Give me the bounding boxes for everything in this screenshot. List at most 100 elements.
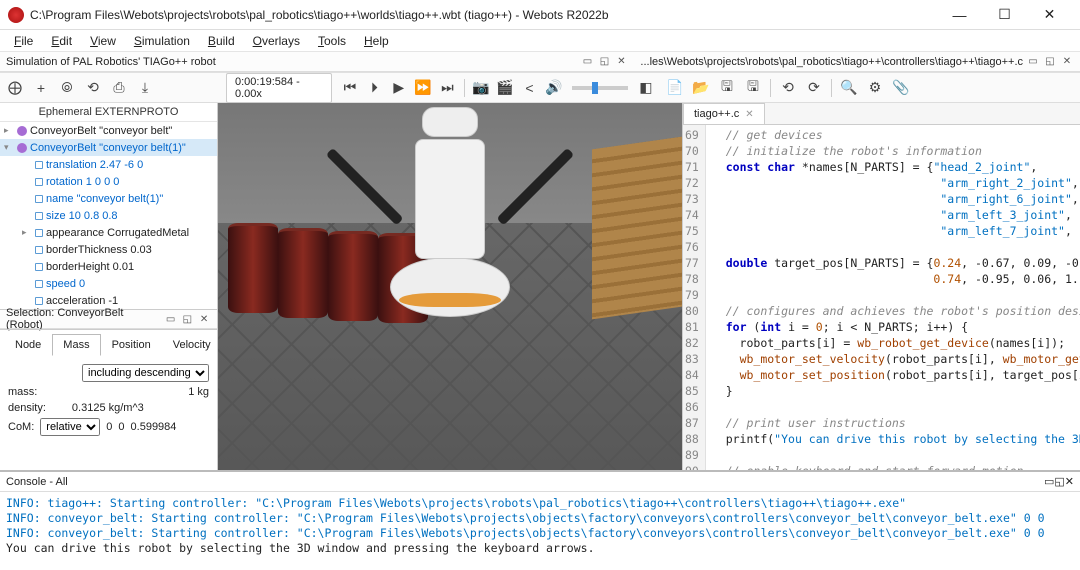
window-title: C:\Program Files\Webots\projects\robots\… (30, 8, 937, 22)
panel-max-icon[interactable]: ◱ (1054, 475, 1064, 488)
com-x: 0 (106, 421, 112, 433)
panel-close-icon[interactable]: ✕ (614, 55, 628, 69)
selection-panel: NodeMassPositionVelocity including desce… (0, 329, 217, 448)
mass-label: mass: (8, 386, 37, 398)
tree-tool-5[interactable]: ⤓ (134, 77, 156, 99)
pallets-prop (592, 137, 682, 320)
console-panel: Console - All ▭ ◱ ✕ INFO: tiago++: Start… (0, 470, 1080, 570)
tree-tool-1[interactable]: + (30, 77, 52, 99)
console-body[interactable]: INFO: tiago++: Starting controller: "C:\… (0, 492, 1080, 570)
panel-max-icon[interactable]: ◱ (1043, 55, 1057, 69)
editor-tool-3[interactable]: 🖫 (742, 77, 764, 99)
view-tool-0[interactable]: 📷 (471, 77, 491, 99)
sim-toolbar: 0:00:19:584 - 0.00x ⏮⏵▶⏩⏭ 📷🎬<🔊 ◧ (218, 73, 660, 103)
tree-row[interactable]: borderHeight 0.01 (0, 258, 217, 275)
editor-tab[interactable]: tiago++.c ✕ (683, 103, 765, 124)
close-button[interactable]: ✕ (1027, 1, 1072, 29)
menu-simulation[interactable]: Simulation (126, 32, 198, 50)
menu-file[interactable]: File (6, 32, 41, 50)
close-icon[interactable]: ✕ (745, 109, 753, 120)
scene-tree[interactable]: ▸ConveyorBelt "conveyor belt"▾ConveyorBe… (0, 122, 217, 309)
sim-description: Simulation of PAL Robotics' TIAGo++ robo… (6, 56, 216, 68)
tree-row[interactable]: borderThickness 0.03 (0, 241, 217, 258)
play-control-1[interactable]: ⏵ (364, 77, 384, 99)
density-label: density: (8, 402, 46, 414)
tab-node[interactable]: Node (4, 334, 52, 356)
play-control-4[interactable]: ⏭ (437, 77, 457, 99)
editor-tool-4[interactable]: ⟲ (777, 77, 799, 99)
tree-row[interactable]: rotation 1 0 0 0 (0, 173, 217, 190)
view-tool-1[interactable]: 🎬 (495, 77, 515, 99)
menu-tools[interactable]: Tools (310, 32, 354, 50)
tree-row[interactable]: ▾ConveyorBelt "conveyor belt(1)" (0, 139, 217, 156)
editor-tool-2[interactable]: 🖫 (716, 77, 738, 99)
tree-row[interactable]: size 10 0.8 0.8 (0, 207, 217, 224)
play-control-0[interactable]: ⏮ (340, 77, 360, 99)
play-control-3[interactable]: ⏩ (413, 77, 433, 99)
code-editor[interactable]: 6970717273747576777879808182838485868788… (683, 125, 1080, 470)
titlebar: C:\Program Files\Webots\projects\robots\… (0, 0, 1080, 30)
com-frame-dropdown[interactable]: relative (40, 418, 100, 436)
editor-tool-5[interactable]: ⟳ (803, 77, 825, 99)
editor-toolbar: 📄📂🖫🖫⟲⟳🔍⚙📎 (660, 73, 1080, 103)
app-icon (8, 7, 24, 23)
editor-tool-6[interactable]: 🔍 (838, 77, 860, 99)
3d-viewport[interactable] (218, 103, 682, 470)
menu-help[interactable]: Help (356, 32, 397, 50)
tiago-robot (390, 257, 510, 317)
center-panel (218, 103, 682, 470)
tree-tool-0[interactable]: ⨁ (4, 77, 26, 99)
panel-close-icon[interactable]: ✕ (197, 312, 211, 326)
tree-tool-2[interactable]: ⦾ (56, 77, 78, 99)
panel-max-icon[interactable]: ◱ (180, 312, 194, 326)
tab-velocity[interactable]: Velocity (162, 334, 222, 356)
selection-tabs: NodeMassPositionVelocity (0, 332, 217, 358)
com-z: 0.599984 (131, 421, 177, 433)
view-tool-2[interactable]: < (519, 77, 539, 99)
editor-tool-0[interactable]: 📄 (664, 77, 686, 99)
maximize-button[interactable]: ☐ (982, 1, 1027, 29)
menu-build[interactable]: Build (200, 32, 243, 50)
play-control-2[interactable]: ▶ (389, 77, 409, 99)
tree-row[interactable]: ▸appearance CorrugatedMetal (0, 224, 217, 241)
panel-close-icon[interactable]: ✕ (1065, 475, 1074, 488)
tree-tool-3[interactable]: ⟲ (82, 77, 104, 99)
tree-row[interactable]: name "conveyor belt(1)" (0, 190, 217, 207)
scene-tree-toolbar: ⨁+⦾⟲⎙⤓ (0, 73, 218, 103)
editor-tool-8[interactable]: 📎 (890, 77, 912, 99)
panel-max-icon[interactable]: ◱ (597, 55, 611, 69)
editor-file-path: ...les\Webots\projects\robots\pal_roboti… (640, 56, 1023, 68)
tab-position[interactable]: Position (101, 334, 162, 356)
tree-row[interactable]: ▸ConveyorBelt "conveyor belt" (0, 122, 217, 139)
layout-button[interactable]: ◧ (636, 77, 656, 99)
editor-tool-7[interactable]: ⚙ (864, 77, 886, 99)
code-body[interactable]: // get devices // initialize the robot's… (706, 125, 1080, 470)
panel-dock-icon[interactable]: ▭ (1026, 55, 1040, 69)
tab-mass[interactable]: Mass (52, 334, 100, 356)
left-panel-title: Simulation of PAL Robotics' TIAGo++ robo… (0, 52, 634, 72)
menubar: FileEditViewSimulationBuildOverlaysTools… (0, 30, 1080, 52)
tree-tool-4[interactable]: ⎙ (108, 77, 130, 99)
tree-row[interactable]: speed 0 (0, 275, 217, 292)
view-tool-3[interactable]: 🔊 (544, 77, 564, 99)
panel-close-icon[interactable]: ✕ (1060, 55, 1074, 69)
editor-tab-bar: tiago++.c ✕ (683, 103, 1080, 125)
menu-view[interactable]: View (82, 32, 124, 50)
minimize-button[interactable]: — (937, 1, 982, 29)
density-value: 0.3125 kg/m^3 (72, 402, 144, 414)
editor-panel-title: ...les\Webots\projects\robots\pal_roboti… (634, 52, 1080, 72)
editor-tool-1[interactable]: 📂 (690, 77, 712, 99)
menu-edit[interactable]: Edit (43, 32, 80, 50)
panel-dock-icon[interactable]: ▭ (580, 55, 594, 69)
panel-dock-icon[interactable]: ▭ (164, 312, 178, 326)
include-dropdown[interactable]: including descending (82, 364, 209, 382)
panel-dock-icon[interactable]: ▭ (1044, 475, 1054, 488)
barrel-prop (228, 223, 278, 313)
sim-time: 0:00:19:584 - 0.00x (226, 73, 332, 103)
tree-row[interactable]: translation 2.47 -6 0 (0, 156, 217, 173)
menu-overlays[interactable]: Overlays (245, 32, 308, 50)
code-editor-panel: tiago++.c ✕ 6970717273747576777879808182… (682, 103, 1080, 470)
barrel-prop (278, 228, 328, 318)
volume-slider[interactable] (572, 86, 628, 90)
console-title: Console - All ▭ ◱ ✕ (0, 472, 1080, 492)
